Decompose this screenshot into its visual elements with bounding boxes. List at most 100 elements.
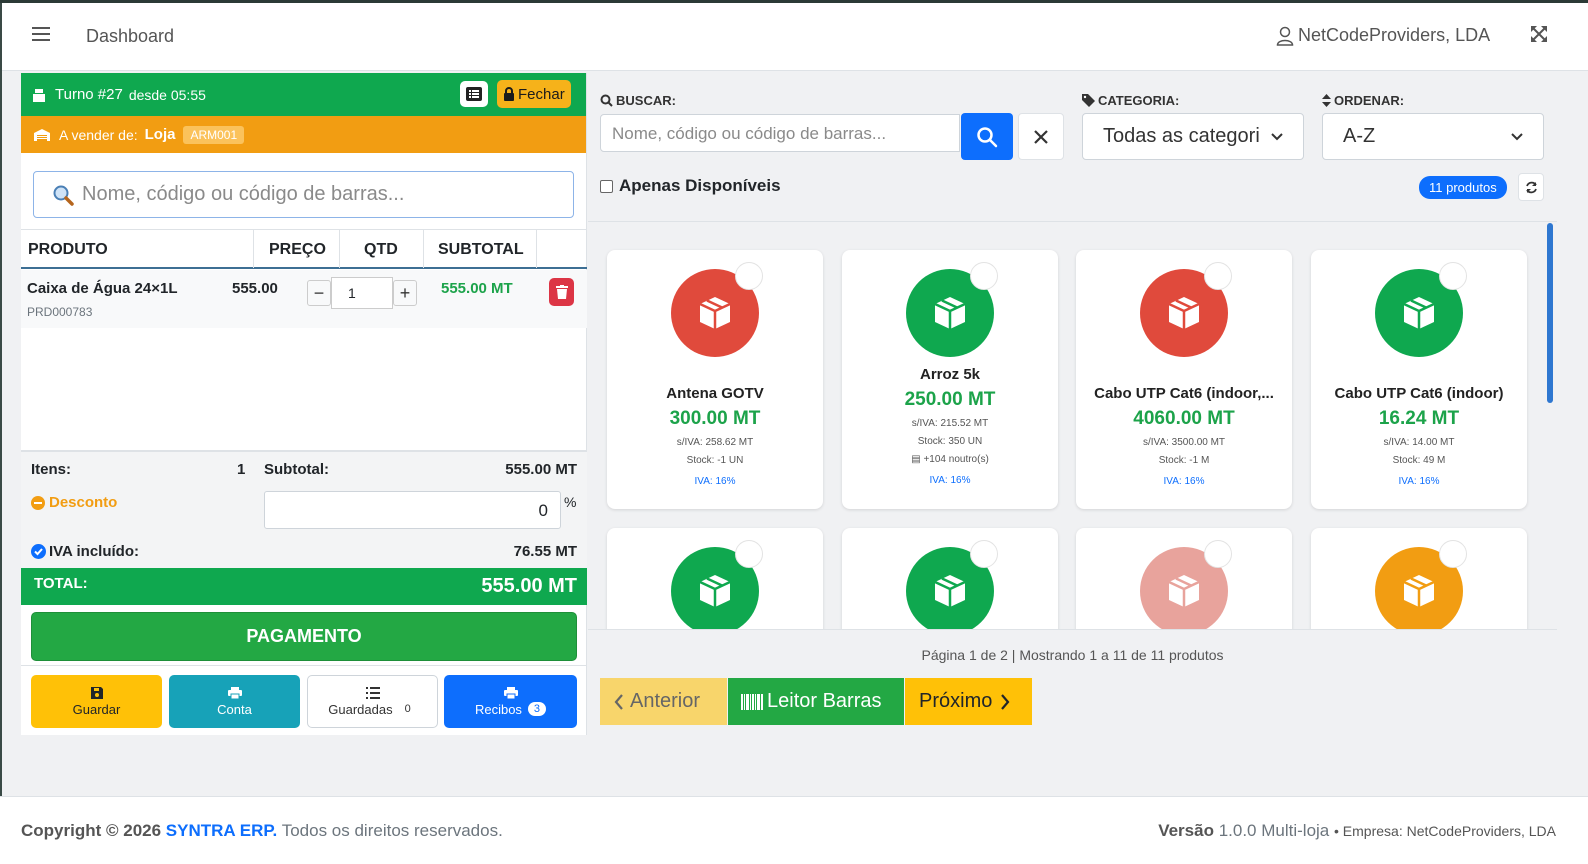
account-button[interactable]: Conta: [169, 675, 300, 728]
product-net-price: s/IVA: 258.62 MT: [676, 437, 754, 448]
chevron-down-icon: [1511, 132, 1523, 140]
copyright: Copyright © 2026 SYNTRA ERP. Todos os di…: [21, 821, 503, 841]
product-card[interactable]: [1311, 528, 1527, 629]
shift-since: desde 05:55: [128, 86, 206, 103]
quantity-input[interactable]: 1: [331, 277, 393, 309]
category-label-text: CATEGORIA:: [1098, 93, 1180, 108]
total-bar: TOTAL: 555.00 MT: [21, 568, 587, 605]
product-favorite-toggle[interactable]: [970, 262, 998, 290]
product-search-field[interactable]: [600, 114, 960, 152]
user-menu[interactable]: NetCodeProviders, LDA: [1276, 25, 1490, 46]
copyright-prefix: Copyright © 2026: [21, 821, 162, 840]
product-name: Arroz 5k: [919, 366, 981, 383]
minus-circle-icon: [31, 495, 45, 510]
cart-item-price: 555.00: [232, 280, 278, 297]
subtotal-label: Subtotal:: [264, 461, 329, 478]
vat-label: IVA incluído:: [49, 543, 139, 560]
cart-search-input[interactable]: [82, 183, 562, 206]
search-label: BUSCAR:: [600, 93, 676, 108]
product-card[interactable]: [1076, 528, 1292, 629]
order-label-text: ORDENAR:: [1334, 93, 1405, 108]
clear-search-button[interactable]: [1018, 113, 1064, 160]
product-vat: IVA: 16%: [1398, 476, 1440, 487]
product-card[interactable]: Cabo UTP Cat6 (indoor) 16.24 MT s/IVA: 14.…: [1311, 250, 1527, 509]
decrease-qty-button[interactable]: −: [307, 280, 331, 306]
col-product: PRODUTO: [28, 241, 108, 258]
rights-text: Todos os direitos reservados.: [281, 821, 503, 840]
product-favorite-toggle[interactable]: [735, 262, 763, 290]
scrollbar-thumb[interactable]: [1547, 223, 1553, 403]
product-favorite-toggle[interactable]: [1439, 540, 1467, 568]
box-icon: [1403, 297, 1435, 329]
product-favorite-toggle[interactable]: [1204, 540, 1232, 568]
box-icon: [1168, 297, 1200, 329]
product-grid-scrollbar[interactable]: [1545, 223, 1555, 403]
increase-qty-button[interactable]: +: [393, 280, 417, 306]
previous-page-button[interactable]: Anterior: [600, 678, 727, 725]
products-panel: BUSCAR: CATEGORIA: Todas as categori ORD…: [588, 73, 1588, 735]
product-favorite-toggle[interactable]: [970, 540, 998, 568]
printer-icon: [227, 686, 242, 699]
cart-search-field[interactable]: [33, 171, 574, 218]
cash-register-icon: [33, 88, 45, 102]
hamburger-menu-icon[interactable]: [32, 27, 50, 43]
box-icon: [699, 575, 731, 607]
available-only-label: Apenas Disponíveis: [619, 176, 781, 195]
page-title[interactable]: Dashboard: [86, 26, 174, 47]
subtotal-value: 555.00 MT: [505, 461, 577, 478]
col-divider: [339, 230, 340, 268]
remove-item-button[interactable]: [549, 278, 574, 306]
items-label: Itens:: [31, 461, 72, 478]
product-price: 250.00 MT: [904, 389, 996, 410]
col-qty: QTD: [364, 241, 398, 258]
close-icon: [1034, 129, 1048, 144]
saved-carts-label: Guardadas: [328, 701, 393, 717]
product-card[interactable]: [607, 528, 823, 629]
window-left-border: [0, 3, 2, 864]
order-label: ORDENAR:: [1322, 93, 1404, 108]
barcode-reader-button[interactable]: Leitor Barras: [728, 678, 904, 725]
vat-included: IVA incluído:: [31, 543, 139, 560]
company-name: Empresa: NetCodeProviders, LDA: [1342, 823, 1556, 839]
account-label: Conta: [217, 701, 252, 717]
box-icon: [934, 575, 966, 607]
product-card[interactable]: Cabo UTP Cat6 (indoor,... 4060.00 MT s/IVA…: [1076, 250, 1292, 509]
discount-input[interactable]: 0: [264, 491, 561, 529]
next-page-button[interactable]: Próximo: [905, 678, 1032, 725]
product-search-input[interactable]: [612, 124, 952, 144]
brand-link[interactable]: SYNTRA ERP.: [166, 821, 277, 840]
magnifier-icon: [53, 185, 74, 206]
saved-carts-button[interactable]: Guardadas 0: [307, 675, 438, 728]
shift-label: Turno #27: [55, 86, 123, 103]
available-only-checkbox[interactable]: Apenas Disponíveis: [600, 176, 781, 196]
product-vat: IVA: 16%: [1163, 476, 1205, 487]
category-select[interactable]: Todas as categori: [1082, 113, 1304, 160]
refresh-button[interactable]: [1518, 173, 1544, 201]
product-favorite-toggle[interactable]: [1439, 262, 1467, 290]
save-button[interactable]: Guardar: [31, 675, 162, 728]
close-shift-button[interactable]: Fechar: [497, 80, 571, 108]
product-card[interactable]: Antena GOTV 300.00 MT s/IVA: 258.62 MT Stoc…: [607, 250, 823, 509]
receipts-button[interactable]: Recibos 3: [444, 675, 577, 728]
table-row: Caixa de Água 24×1L PRD000783 555.00 − 1…: [21, 270, 587, 328]
box-icon: [699, 297, 731, 329]
payment-button[interactable]: PAGAMENTO: [31, 612, 577, 661]
category-label: CATEGORIA:: [1082, 93, 1179, 108]
product-card[interactable]: [842, 528, 1058, 629]
fullscreen-icon[interactable]: [1530, 25, 1548, 43]
chevron-left-icon: [614, 693, 623, 710]
product-card[interactable]: Arroz 5k 250.00 MT s/IVA: 215.52 MT Stock: …: [842, 250, 1058, 509]
product-favorite-toggle[interactable]: [1204, 262, 1232, 290]
product-vat: IVA: 16%: [694, 476, 736, 487]
discount-toggle[interactable]: Desconto: [31, 494, 117, 511]
list-icon: [365, 686, 380, 699]
search-button[interactable]: [961, 113, 1013, 160]
order-select[interactable]: A-Z: [1322, 113, 1544, 160]
product-favorite-toggle[interactable]: [735, 540, 763, 568]
barcode-label: Leitor Barras: [767, 690, 882, 712]
cart-summary: Itens: 1 Subtotal: 555.00 MT Desconto 0 …: [21, 450, 587, 568]
cart-item-subtotal: 555.00 MT: [441, 280, 513, 297]
shift-details-button[interactable]: [460, 81, 488, 107]
checkbox-box[interactable]: [600, 179, 613, 193]
product-net-price: s/IVA: 14.00 MT: [1383, 437, 1455, 448]
